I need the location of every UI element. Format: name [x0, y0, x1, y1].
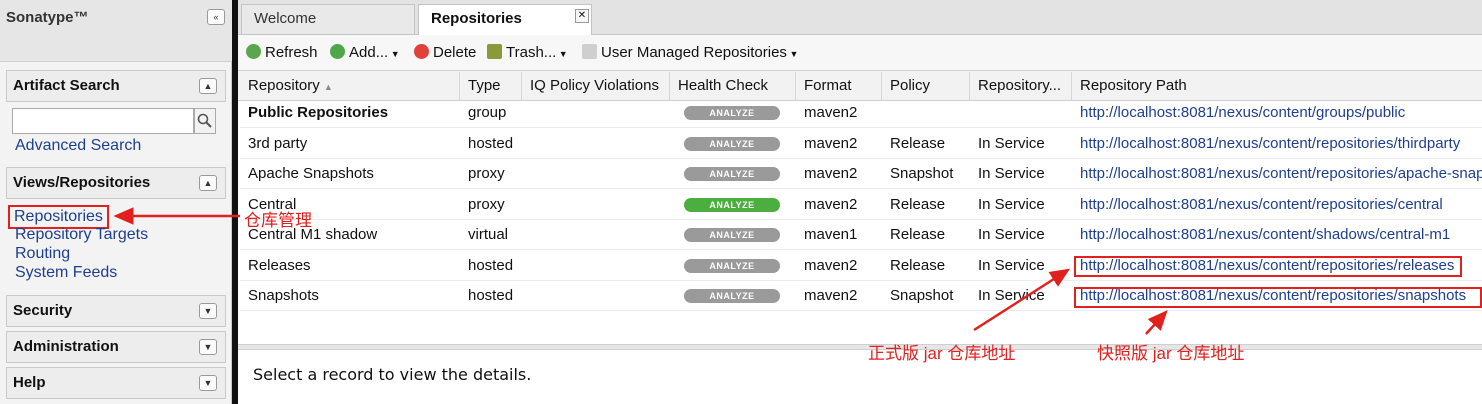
- annotation-snapshot-address: 快照版 jar 仓库地址: [1097, 344, 1245, 363]
- annotation-release-address: 正式版 jar 仓库地址: [868, 344, 1016, 363]
- arrow-snapshot-path: [1145, 310, 1168, 335]
- annotation-arrows: [113, 207, 1168, 335]
- annotation-repo-mgmt: 仓库管理: [244, 211, 312, 230]
- arrow-release-path: [973, 268, 1071, 332]
